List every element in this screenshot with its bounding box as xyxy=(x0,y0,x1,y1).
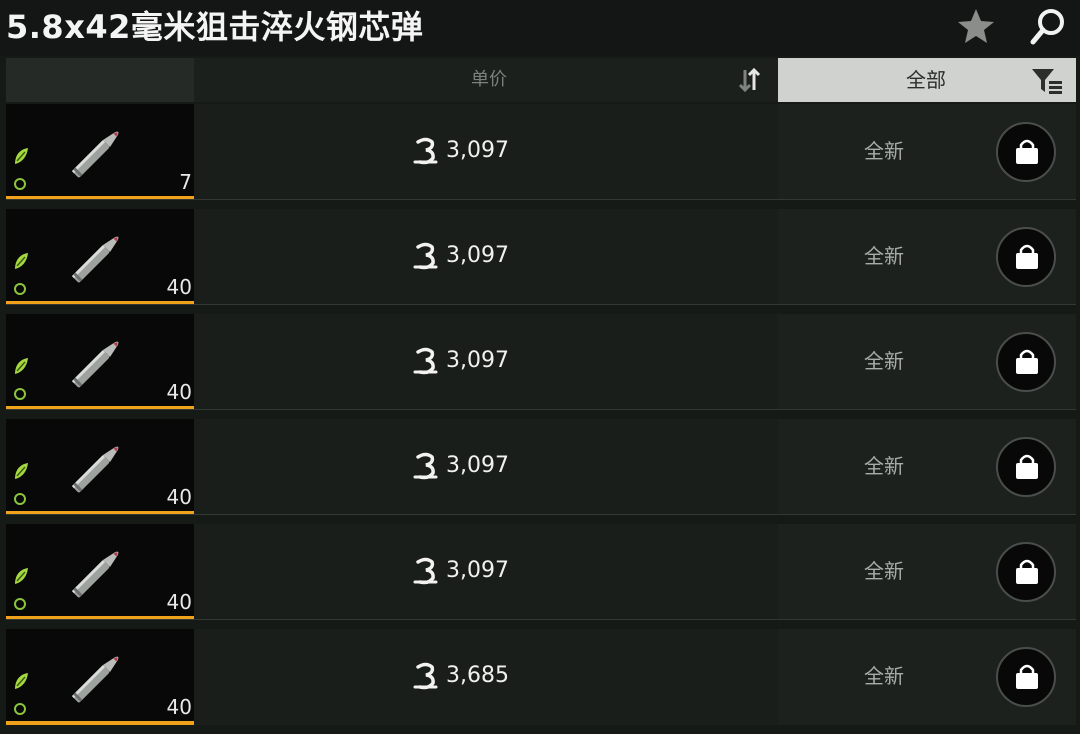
thumbnail-column-header xyxy=(6,58,194,102)
buy-button[interactable] xyxy=(996,122,1056,182)
unit-price: 3,097 xyxy=(446,138,509,163)
listing-row[interactable]: 40 3,097 全新 xyxy=(6,209,1076,305)
leaf-icon xyxy=(15,673,28,689)
top-bar: 5.8x42毫米狙击淬火钢芯弹 xyxy=(0,0,1080,56)
listing-row[interactable]: 40 3,097 全新 xyxy=(6,314,1076,410)
item-quantity: 40 xyxy=(166,695,192,719)
item-condition: 全新 xyxy=(864,559,904,583)
currency-icon xyxy=(413,557,438,585)
shopping-bag-icon xyxy=(1016,454,1038,479)
buy-button[interactable] xyxy=(996,542,1056,602)
status-ring-icon xyxy=(14,598,26,610)
star-icon[interactable] xyxy=(954,6,998,46)
item-thumbnail[interactable]: 40 xyxy=(6,419,194,515)
table-header: 单价 全部 xyxy=(6,58,1076,102)
status-ring-icon xyxy=(14,388,26,400)
item-condition: 全新 xyxy=(864,664,904,688)
leaf-icon xyxy=(15,463,28,479)
page-title: 5.8x42毫米狙击淬火钢芯弹 xyxy=(6,8,424,46)
status-ring-icon xyxy=(14,493,26,505)
status-ring-icon xyxy=(14,178,26,190)
item-condition: 全新 xyxy=(864,349,904,373)
unit-price: 3,097 xyxy=(446,558,509,583)
status-ring-icon xyxy=(14,703,26,715)
listing-row[interactable]: 40 3,097 全新 xyxy=(6,524,1076,620)
listing-row[interactable]: 40 3,685 全新 xyxy=(6,629,1076,725)
bullet-icon xyxy=(71,341,119,388)
bullet-icon xyxy=(71,131,119,178)
shopping-bag-icon xyxy=(1016,349,1038,374)
shopping-bag-icon xyxy=(1016,139,1038,164)
currency-icon xyxy=(413,347,438,375)
currency-icon xyxy=(413,137,438,165)
bullet-icon xyxy=(71,446,119,493)
row-divider xyxy=(6,409,1076,410)
item-condition: 全新 xyxy=(864,454,904,478)
shopping-bag-icon xyxy=(1016,559,1038,584)
status-ring-icon xyxy=(14,283,26,295)
item-condition: 全新 xyxy=(864,139,904,163)
currency-icon xyxy=(413,242,438,270)
leaf-icon xyxy=(15,568,28,584)
shopping-bag-icon xyxy=(1016,244,1038,269)
buy-button[interactable] xyxy=(996,227,1056,287)
item-thumbnail[interactable]: 40 xyxy=(6,209,194,305)
row-divider xyxy=(6,514,1076,515)
item-quantity: 40 xyxy=(166,380,192,404)
search-icon[interactable] xyxy=(1026,4,1070,48)
buy-button[interactable] xyxy=(996,647,1056,707)
item-quantity: 40 xyxy=(166,590,192,614)
listing-row[interactable]: 40 3,097 全新 xyxy=(6,419,1076,515)
rarity-bar xyxy=(6,721,194,725)
filter-tab[interactable]: 全部 xyxy=(778,58,1076,102)
leaf-icon xyxy=(15,358,28,374)
bullet-icon xyxy=(71,656,119,703)
item-quantity: 7 xyxy=(179,170,192,194)
currency-icon xyxy=(413,452,438,480)
listing-row[interactable]: 7 3,097 全新 xyxy=(6,104,1076,200)
item-thumbnail[interactable]: 40 xyxy=(6,314,194,410)
unit-price: 3,685 xyxy=(446,663,509,688)
unit-price: 3,097 xyxy=(446,243,509,268)
item-quantity: 40 xyxy=(166,485,192,509)
row-divider xyxy=(6,199,1076,200)
row-divider xyxy=(6,304,1076,305)
leaf-icon xyxy=(15,148,28,164)
filter-icon[interactable] xyxy=(1030,66,1064,96)
buy-button[interactable] xyxy=(996,437,1056,497)
currency-icon xyxy=(413,662,438,690)
bullet-icon xyxy=(71,236,119,283)
bullet-icon xyxy=(71,551,119,598)
shopping-bag-icon xyxy=(1016,664,1038,689)
unit-price: 3,097 xyxy=(446,453,509,478)
row-divider xyxy=(6,619,1076,620)
unit-price: 3,097 xyxy=(446,348,509,373)
sort-icon[interactable] xyxy=(736,66,762,94)
leaf-icon xyxy=(15,253,28,269)
item-thumbnail[interactable]: 40 xyxy=(6,524,194,620)
item-condition: 全新 xyxy=(864,244,904,268)
item-thumbnail[interactable]: 7 xyxy=(6,104,194,200)
item-quantity: 40 xyxy=(166,275,192,299)
item-thumbnail[interactable]: 40 xyxy=(6,629,194,725)
buy-button[interactable] xyxy=(996,332,1056,392)
price-sort-header[interactable]: 单价 xyxy=(394,58,584,102)
listing-list: 7 3,097 全新 40 3,097 全新 40 3,097 全新 40 3,… xyxy=(6,104,1076,734)
